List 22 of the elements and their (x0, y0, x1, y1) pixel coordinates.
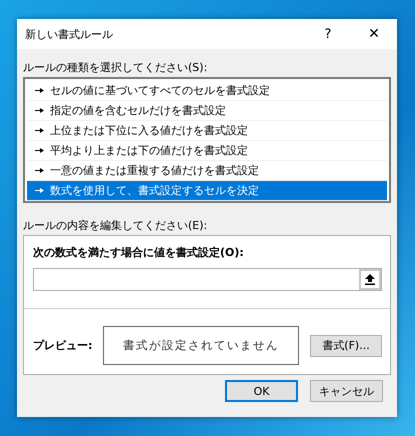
help-button[interactable]: ? (305, 19, 351, 49)
arrow-icon (35, 107, 44, 114)
rule-type-label: ルールの種類を選択してください(S): (23, 60, 208, 76)
rule-type-item[interactable]: 指定の値を含むセルだけを書式設定 (27, 101, 387, 121)
arrow-icon (35, 167, 44, 174)
cancel-button[interactable]: キャンセル (310, 380, 383, 402)
formula-label: 次の数式を満たす場合に値を書式設定(O): (33, 245, 245, 261)
rule-type-item[interactable]: 上位または下位に入る値だけを書式設定 (27, 121, 387, 141)
arrow-icon (35, 127, 44, 134)
rule-edit-label: ルールの内容を編集してください(E): (23, 218, 208, 234)
preview-label: プレビュー: (33, 338, 92, 353)
arrow-icon (35, 147, 44, 154)
rule-type-item[interactable]: 数式を使用して、書式設定するセルを決定 (27, 181, 387, 201)
arrow-icon (35, 87, 44, 94)
preview-box: 書式が設定されていません (103, 326, 299, 365)
ok-button[interactable]: OK (225, 380, 298, 402)
arrow-icon (35, 187, 44, 194)
close-button[interactable]: ✕ (351, 19, 397, 49)
rule-type-item[interactable]: セルの値に基づいてすべてのセルを書式設定 (27, 81, 387, 101)
window-title: 新しい書式ルール (25, 26, 114, 42)
format-button[interactable]: 書式(F)... (310, 334, 382, 356)
rule-type-item[interactable]: 平均より上または下の値だけを書式設定 (27, 141, 387, 161)
